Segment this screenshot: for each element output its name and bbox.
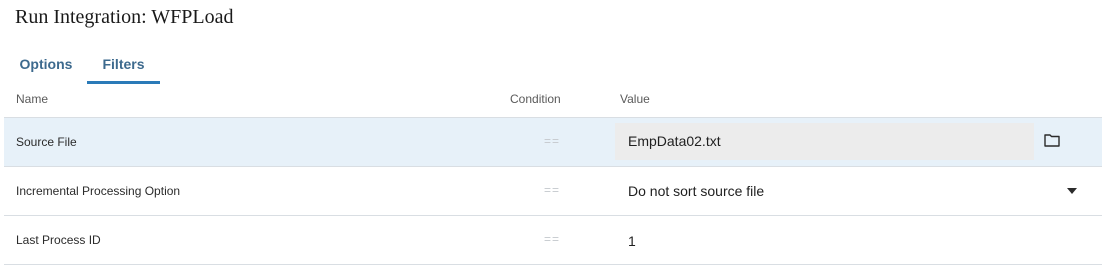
table-row-source-file[interactable]: Source File == EmpData02.txt xyxy=(4,117,1102,166)
row-condition: == xyxy=(544,134,561,148)
table-row-last-process-id[interactable]: Last Process ID == 1 xyxy=(4,215,1102,265)
column-header-condition: Condition xyxy=(510,92,561,106)
last-process-id-value[interactable]: 1 xyxy=(628,233,636,249)
folder-icon[interactable] xyxy=(1044,133,1060,147)
page-title: Run Integration: WFPLoad xyxy=(15,6,234,28)
chevron-down-icon[interactable] xyxy=(1067,188,1077,194)
column-header-name: Name xyxy=(16,92,49,106)
row-name: Incremental Processing Option xyxy=(16,184,181,198)
table-row-incremental-processing-option[interactable]: Incremental Processing Option == Do not … xyxy=(4,166,1102,215)
tab-filters[interactable]: Filters xyxy=(87,50,160,84)
row-name: Last Process ID xyxy=(16,233,101,247)
incremental-processing-select[interactable]: Do not sort source file xyxy=(628,183,764,199)
row-name: Source File xyxy=(16,135,77,149)
source-file-field[interactable]: EmpData02.txt xyxy=(615,123,1034,160)
source-file-value: EmpData02.txt xyxy=(628,133,721,149)
tab-options[interactable]: Options xyxy=(6,50,86,81)
row-condition: == xyxy=(544,183,561,197)
column-header-value: Value xyxy=(620,92,650,106)
row-condition: == xyxy=(544,232,561,246)
